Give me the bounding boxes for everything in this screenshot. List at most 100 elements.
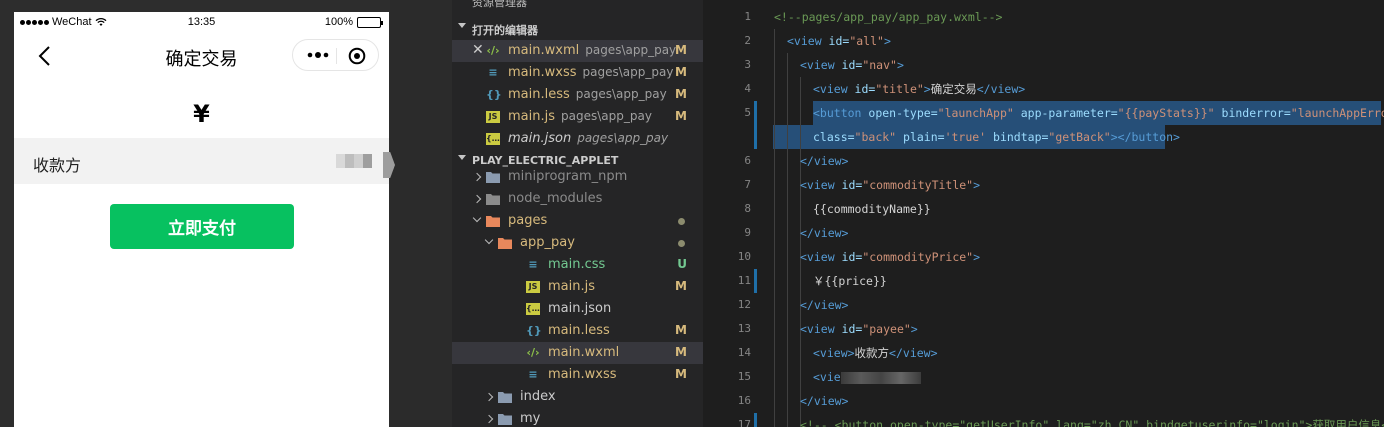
line-number: 7 — [744, 178, 751, 191]
open-editors-header[interactable]: 打开的编辑器 — [452, 19, 703, 39]
chevron-right-icon[interactable] — [472, 194, 482, 204]
code-token: </view> — [800, 226, 849, 240]
code-line[interactable]: class="back" plain='true' bindtap="getBa… — [813, 125, 1180, 149]
tree-folder[interactable]: my — [452, 408, 703, 427]
tree-item-label: app_pay — [520, 235, 575, 250]
folder-icon — [486, 191, 500, 207]
code-token: {{commodityName}} — [813, 202, 931, 216]
code-token: binderror= — [1214, 106, 1291, 120]
tree-item-label: main.less — [548, 323, 610, 338]
chevron-right-icon[interactable] — [472, 172, 482, 182]
code-token: </view> — [800, 298, 849, 312]
code-line[interactable]: </view> — [800, 149, 848, 173]
code-line[interactable]: <!-- <button open-type="getUserInfo" lan… — [800, 413, 1384, 427]
code-token: <!--pages/app_pay/app_pay.wxml--> — [774, 10, 1003, 24]
code-token: <view> — [813, 346, 855, 360]
chevron-right-icon[interactable] — [484, 414, 494, 424]
panel-resize-handle[interactable] — [383, 152, 395, 178]
code-line[interactable]: ￥{{price}} — [813, 269, 887, 293]
file-name: main.less — [508, 87, 570, 102]
status-bar: WeChat 13:35 100% — [14, 12, 389, 34]
line-number: 10 — [737, 250, 751, 263]
code-token: </view> — [889, 346, 938, 360]
code-token: id= — [828, 34, 850, 48]
git-status-badge: M — [675, 323, 687, 337]
line-number: 3 — [744, 58, 751, 71]
indent-guide — [787, 53, 788, 427]
open-editor-item[interactable]: ≡ main.wxss pages\app_pay M — [452, 62, 703, 84]
tree-item-label: index — [520, 389, 556, 404]
tree-item-label: my — [520, 411, 541, 426]
code-line[interactable]: {{commodityName}} — [813, 197, 931, 221]
code-token: "commodityPrice" — [862, 250, 974, 264]
close-tab-icon[interactable]: ✕ — [472, 42, 484, 58]
code-editor[interactable]: 1 2 3 4 5 6 7 8 9 10 11 12 13 14 15 16 17 <!--pages/app_… — [703, 0, 1384, 427]
code-line[interactable]: <view>收款方</view> — [813, 341, 938, 365]
line-number: 9 — [744, 226, 751, 239]
tree-item-label: main.css — [548, 257, 606, 272]
tree-file[interactable]: ≡ main.css U — [452, 254, 703, 276]
chevron-down-icon[interactable] — [484, 235, 494, 245]
tree-item-label: main.wxml — [548, 345, 620, 360]
tree-file[interactable]: JS main.js M — [452, 276, 703, 298]
collapse-triangle-icon — [458, 155, 466, 160]
code-line[interactable]: <view id="commodityPrice"> — [800, 245, 980, 269]
tree-folder[interactable]: app_pay — [452, 232, 703, 254]
git-status-badge: M — [675, 345, 687, 359]
code-token: "all" — [849, 34, 884, 48]
code-token: id= — [841, 58, 863, 72]
close-target-icon[interactable] — [348, 47, 366, 65]
code-token: "launchApp" — [937, 106, 1014, 120]
git-status-badge: M — [675, 43, 687, 57]
code-token: <view — [800, 178, 842, 192]
simulator-panel: WeChat 13:35 100% 确定交易 ¥ 收款方 立即支付 — [0, 0, 395, 427]
code-token: > — [896, 58, 904, 72]
code-line[interactable]: <view id="payee"> — [800, 317, 918, 341]
more-dots-icon[interactable] — [306, 49, 330, 61]
tree-file[interactable]: ≡ main.wxss M — [452, 364, 703, 386]
tree-file[interactable]: {…} main.json — [452, 298, 703, 320]
code-line[interactable]: <view id="nav"> — [800, 53, 904, 77]
code-token: </view> — [976, 82, 1026, 96]
folder-icon — [486, 169, 500, 185]
code-line[interactable]: <vie — [813, 365, 921, 389]
code-line[interactable]: <view id="title">确定交易</view> — [813, 77, 1025, 101]
css-file-icon: ≡ — [528, 368, 538, 381]
code-token: "title" — [875, 82, 924, 96]
tree-folder[interactable]: index — [452, 386, 703, 408]
code-line[interactable]: </view> — [800, 221, 848, 245]
open-editor-item[interactable]: {…} main.json pages\app_pay — [452, 128, 703, 150]
tree-item-label: main.json — [548, 301, 612, 316]
code-line[interactable]: </view> — [800, 389, 848, 413]
file-name: main.js — [508, 109, 555, 124]
tree-folder[interactable]: miniprogram_npm — [452, 166, 703, 188]
chevron-right-icon[interactable] — [484, 392, 494, 402]
code-line[interactable]: <view id="all"> — [787, 29, 891, 53]
tree-folder[interactable]: node_modules — [452, 188, 703, 210]
code-token: 确定交易 — [930, 82, 977, 96]
chevron-down-icon[interactable] — [472, 213, 482, 223]
open-editor-item[interactable]: {} main.less pages\app_pay M — [452, 84, 703, 106]
indent-guide — [774, 29, 775, 427]
collapse-triangle-icon — [458, 23, 466, 28]
open-editor-item[interactable]: ✕ ‹/› main.wxml pages\app_pay M — [452, 40, 703, 62]
code-line[interactable]: <view id="commodityTitle"> — [800, 173, 980, 197]
code-token: <view — [787, 34, 829, 48]
payee-label: 收款方 — [33, 156, 82, 175]
tree-file[interactable]: ‹/› main.wxml M — [452, 342, 703, 364]
git-change-marker — [754, 101, 757, 149]
code-line[interactable]: <button open-type="launchApp" app-parame… — [813, 101, 1384, 125]
file-name: main.wxml — [508, 43, 580, 58]
tree-file[interactable]: {} main.less M — [452, 320, 703, 342]
code-line[interactable]: </view> — [800, 293, 848, 317]
code-token: class= — [813, 130, 855, 144]
tree-folder[interactable]: pages — [452, 210, 703, 232]
code-token: id= — [841, 322, 863, 336]
line-number: 16 — [737, 394, 751, 407]
open-editor-item[interactable]: JS main.js pages\app_pay M — [452, 106, 703, 128]
pay-now-button[interactable]: 立即支付 — [110, 204, 294, 249]
line-number: 14 — [737, 346, 751, 359]
payee-row: 收款方 — [14, 138, 389, 184]
code-token: </view> — [800, 154, 849, 168]
code-line[interactable]: <!--pages/app_pay/app_pay.wxml--> — [774, 5, 1002, 29]
